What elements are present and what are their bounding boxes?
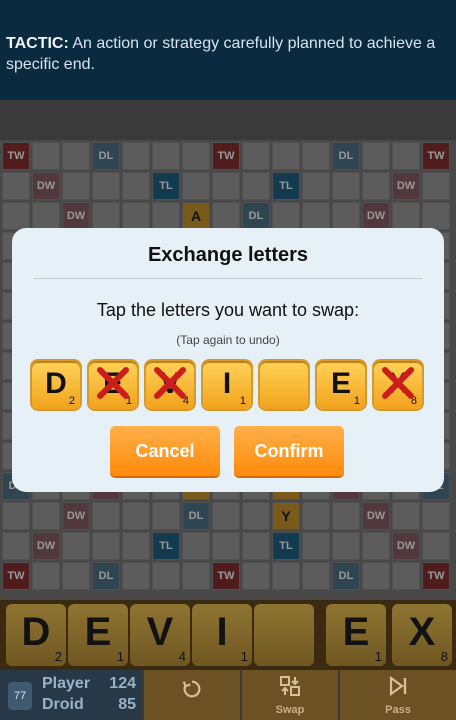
exchange-tile[interactable]: X8	[374, 361, 422, 409]
exchange-tile-points: 1	[239, 395, 246, 407]
tip-banner: TACTIC: An action or strategy carefully …	[0, 0, 456, 100]
rack-tile[interactable]: V4	[130, 604, 190, 666]
bottom-bar: 77 Player 124 Droid 85 Swap Pass	[0, 670, 456, 720]
rack-tile[interactable]: D2	[6, 604, 66, 666]
dialog-hint: (Tap again to undo)	[176, 333, 280, 347]
selected-x-icon	[154, 367, 186, 399]
exchange-tile[interactable]: I1	[203, 361, 251, 409]
exchange-tile-points: 2	[68, 395, 75, 407]
rack-tile-points: 4	[178, 649, 186, 664]
rack-tile[interactable]: E1	[326, 604, 386, 666]
score-panel: 77 Player 124 Droid 85	[0, 670, 142, 720]
exchange-tile-points: 1	[353, 395, 360, 407]
dialog-title: Exchange letters	[147, 244, 309, 266]
tip-definition: An action or strategy carefully planned …	[6, 35, 436, 73]
swap-icon	[242, 674, 338, 704]
rack-tile-points: 1	[374, 649, 382, 664]
tip-term: TACTIC:	[6, 35, 69, 52]
letter-rack: D2E1V4I1E1X8	[0, 600, 456, 670]
selected-x-icon	[97, 367, 129, 399]
selected-x-icon	[382, 367, 414, 399]
droid-label: Droid	[42, 696, 84, 713]
rack-tile[interactable]	[254, 604, 314, 666]
rack-tile[interactable]: I1	[192, 604, 252, 666]
exchange-tile[interactable]	[260, 361, 308, 409]
rack-tile-points: 8	[440, 649, 448, 664]
rack-tile-points: 1	[240, 649, 248, 664]
shuffle-button[interactable]	[144, 670, 240, 720]
rack-tile-points: 2	[54, 649, 62, 664]
exchange-tile[interactable]: E1	[317, 361, 365, 409]
swap-label: Swap	[275, 704, 305, 716]
shuffle-icon	[144, 678, 240, 706]
rack-tile[interactable]: X8	[392, 604, 452, 666]
player-score-row: Player 124	[42, 675, 136, 693]
exchange-tile[interactable]: V4	[146, 361, 194, 409]
pass-label: Pass	[385, 704, 411, 716]
rack-tile[interactable]: E1	[68, 604, 128, 666]
tip-text: TACTIC: An action or strategy carefully …	[6, 33, 446, 75]
player-label: Player	[42, 675, 91, 692]
droid-score-row: Droid 85	[42, 696, 136, 714]
exchange-letters-dialog: Exchange letters Tap the letters you wan…	[12, 228, 444, 492]
droid-score: 85	[118, 696, 136, 713]
exchange-tile[interactable]: D2	[32, 361, 80, 409]
cancel-button[interactable]: Cancel	[110, 426, 220, 476]
dialog-divider	[34, 278, 422, 279]
exchange-tile[interactable]: E1	[89, 361, 137, 409]
pass-button[interactable]: Pass	[340, 670, 456, 720]
avatar: 77	[8, 682, 32, 710]
pass-icon	[340, 674, 456, 704]
confirm-button[interactable]: Confirm	[234, 426, 344, 476]
dialog-instruction: Tap the letters you want to swap:	[96, 300, 360, 320]
rack-tile-points: 1	[116, 649, 124, 664]
swap-button[interactable]: Swap	[242, 670, 338, 720]
player-score: 124	[109, 675, 136, 692]
